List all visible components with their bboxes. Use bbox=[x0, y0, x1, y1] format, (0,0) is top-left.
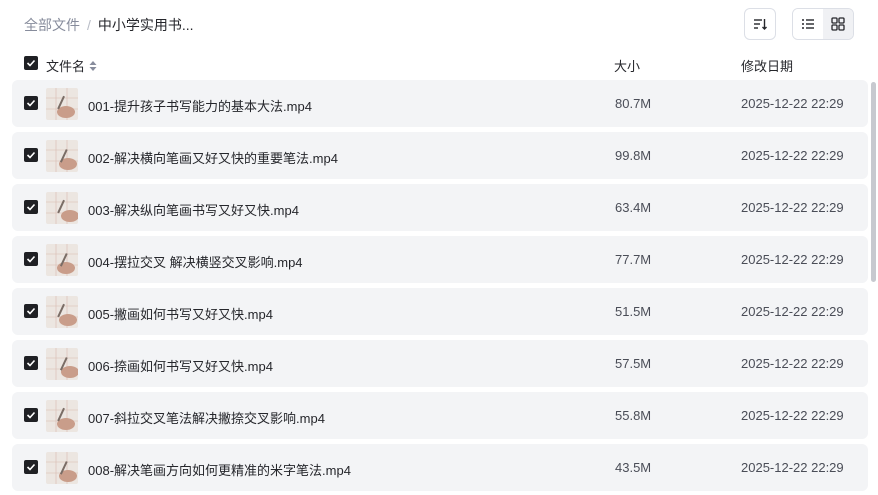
row-checkbox[interactable] bbox=[24, 148, 38, 162]
video-thumbnail-icon bbox=[46, 452, 78, 484]
video-thumbnail[interactable] bbox=[46, 244, 78, 276]
file-row[interactable]: 002-解决横向笔画又好又快的重要笔法.mp4 99.8M 2025-12-22… bbox=[12, 132, 868, 179]
check-icon bbox=[26, 151, 36, 159]
video-thumbnail[interactable] bbox=[46, 400, 78, 432]
video-thumbnail-icon bbox=[46, 244, 78, 276]
video-thumbnail[interactable] bbox=[46, 192, 78, 224]
file-modified-date: 2025-12-22 22:29 bbox=[741, 408, 844, 423]
video-thumbnail-icon bbox=[46, 88, 78, 120]
video-thumbnail[interactable] bbox=[46, 140, 78, 172]
row-checkbox[interactable] bbox=[24, 408, 38, 422]
file-row[interactable]: 008-解决笔画方向如何更精准的米字笔法.mp4 43.5M 2025-12-2… bbox=[12, 444, 868, 491]
check-icon bbox=[26, 255, 36, 263]
file-name[interactable]: 003-解决纵向笔画书写又好又快.mp4 bbox=[88, 200, 299, 219]
grid-view-button[interactable] bbox=[823, 9, 853, 39]
file-size: 57.5M bbox=[615, 356, 652, 371]
scrollbar[interactable] bbox=[871, 82, 876, 282]
file-name[interactable]: 004-摆拉交叉 解决横竖交叉影响.mp4 bbox=[88, 252, 303, 271]
file-size: 99.8M bbox=[615, 148, 652, 163]
file-name[interactable]: 005-撇画如何书写又好又快.mp4 bbox=[88, 304, 273, 323]
table-header: 文件名 大小 修改日期 bbox=[0, 50, 878, 78]
file-row[interactable]: 004-摆拉交叉 解决横竖交叉影响.mp4 77.7M 2025-12-22 2… bbox=[12, 236, 868, 283]
file-row[interactable]: 001-提升孩子书写能力的基本大法.mp4 80.7M 2025-12-22 2… bbox=[12, 80, 868, 127]
file-size: 51.5M bbox=[615, 304, 652, 319]
file-size: 80.7M bbox=[615, 96, 652, 111]
file-row[interactable]: 005-撇画如何书写又好又快.mp4 51.5M 2025-12-22 22:2… bbox=[12, 288, 868, 335]
select-all-checkbox[interactable] bbox=[24, 56, 38, 70]
file-modified-date: 2025-12-22 22:29 bbox=[741, 460, 844, 475]
video-thumbnail-icon bbox=[46, 296, 78, 328]
sort-button[interactable] bbox=[744, 8, 776, 40]
video-thumbnail[interactable] bbox=[46, 452, 78, 484]
row-checkbox[interactable] bbox=[24, 96, 38, 110]
top-bar: 全部文件 / 中小学实用书... bbox=[0, 0, 878, 50]
sort-toggle-icon bbox=[89, 60, 97, 71]
list-view-icon bbox=[802, 19, 814, 29]
file-modified-date: 2025-12-22 22:29 bbox=[741, 148, 844, 163]
check-icon bbox=[26, 203, 36, 211]
grid-view-icon bbox=[831, 17, 845, 31]
video-thumbnail[interactable] bbox=[46, 348, 78, 380]
breadcrumb-root-link[interactable]: 全部文件 bbox=[24, 15, 80, 35]
video-thumbnail[interactable] bbox=[46, 88, 78, 120]
file-size: 43.5M bbox=[615, 460, 652, 475]
file-modified-date: 2025-12-22 22:29 bbox=[741, 96, 844, 111]
video-thumbnail-icon bbox=[46, 348, 78, 380]
list-view-button[interactable] bbox=[793, 9, 823, 39]
file-row[interactable]: 007-斜拉交叉笔法解决撇捺交叉影响.mp4 55.8M 2025-12-22 … bbox=[12, 392, 868, 439]
file-name[interactable]: 002-解决横向笔画又好又快的重要笔法.mp4 bbox=[88, 148, 338, 167]
check-icon bbox=[26, 411, 36, 419]
check-icon bbox=[26, 359, 36, 367]
row-checkbox[interactable] bbox=[24, 460, 38, 474]
row-checkbox[interactable] bbox=[24, 304, 38, 318]
video-thumbnail-icon bbox=[46, 400, 78, 432]
breadcrumb-separator: / bbox=[87, 17, 91, 33]
file-modified-date: 2025-12-22 22:29 bbox=[741, 200, 844, 215]
row-checkbox[interactable] bbox=[24, 200, 38, 214]
row-checkbox[interactable] bbox=[24, 252, 38, 266]
video-thumbnail-icon bbox=[46, 140, 78, 172]
file-size: 77.7M bbox=[615, 252, 652, 267]
file-list: 001-提升孩子书写能力的基本大法.mp4 80.7M 2025-12-22 2… bbox=[12, 80, 868, 495]
column-header-size[interactable]: 大小 bbox=[614, 56, 640, 75]
video-thumbnail-icon bbox=[46, 192, 78, 224]
breadcrumb: 全部文件 / 中小学实用书... bbox=[24, 15, 194, 35]
row-checkbox[interactable] bbox=[24, 356, 38, 370]
file-modified-date: 2025-12-22 22:29 bbox=[741, 252, 844, 267]
check-icon bbox=[26, 307, 36, 315]
file-name[interactable]: 008-解决笔画方向如何更精准的米字笔法.mp4 bbox=[88, 460, 351, 479]
check-icon bbox=[26, 463, 36, 471]
file-size: 55.8M bbox=[615, 408, 652, 423]
file-row[interactable]: 003-解决纵向笔画书写又好又快.mp4 63.4M 2025-12-22 22… bbox=[12, 184, 868, 231]
sort-icon bbox=[754, 19, 767, 30]
check-icon bbox=[26, 99, 36, 107]
file-row[interactable]: 006-捺画如何书写又好又快.mp4 57.5M 2025-12-22 22:2… bbox=[12, 340, 868, 387]
file-modified-date: 2025-12-22 22:29 bbox=[741, 304, 844, 319]
column-header-name[interactable]: 文件名 bbox=[46, 56, 98, 75]
column-header-date[interactable]: 修改日期 bbox=[741, 56, 793, 75]
file-modified-date: 2025-12-22 22:29 bbox=[741, 356, 844, 371]
video-thumbnail[interactable] bbox=[46, 296, 78, 328]
check-icon bbox=[26, 59, 36, 67]
file-name[interactable]: 001-提升孩子书写能力的基本大法.mp4 bbox=[88, 96, 312, 115]
file-name[interactable]: 007-斜拉交叉笔法解决撇捺交叉影响.mp4 bbox=[88, 408, 325, 427]
column-header-name-label: 文件名 bbox=[46, 59, 86, 74]
breadcrumb-current: 中小学实用书... bbox=[97, 17, 194, 33]
file-size: 63.4M bbox=[615, 200, 652, 215]
file-name[interactable]: 006-捺画如何书写又好又快.mp4 bbox=[88, 356, 273, 375]
view-mode-toggle bbox=[792, 8, 854, 40]
